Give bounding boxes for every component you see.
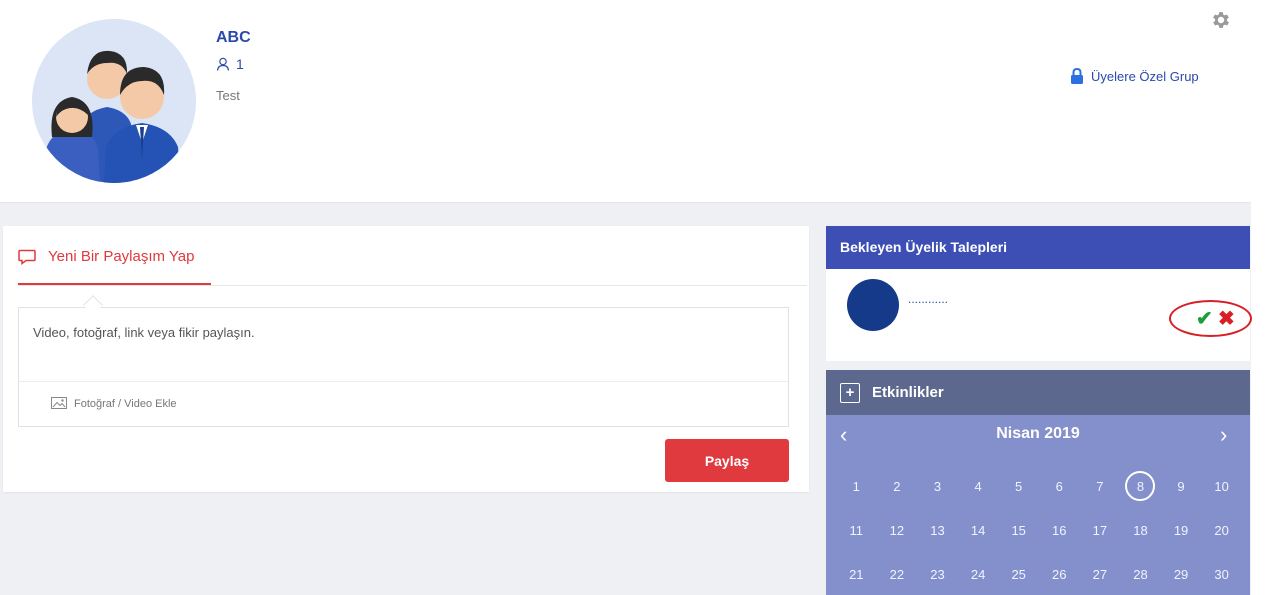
calendar-day[interactable]: 7 xyxy=(1080,464,1121,508)
calendar-day-number: 29 xyxy=(1173,566,1189,582)
calendar-day-number: 5 xyxy=(1015,478,1023,494)
calendar-day[interactable]: 9 xyxy=(1161,464,1202,508)
calendar-day-number: 10 xyxy=(1214,478,1229,494)
calendar-day[interactable]: 3 xyxy=(917,464,958,508)
calendar-day-number: 3 xyxy=(933,478,942,494)
calendar-day[interactable]: 23 xyxy=(917,552,958,595)
image-icon xyxy=(51,397,67,409)
calendar-day[interactable]: 21 xyxy=(836,552,877,595)
group-description: Test xyxy=(216,88,240,103)
calendar-day-number: 28 xyxy=(1133,566,1148,582)
calendar-day[interactable]: 25 xyxy=(998,552,1039,595)
tab-divider xyxy=(18,285,807,286)
calendar-day-number: 11 xyxy=(849,522,864,538)
calendar-day[interactable]: 24 xyxy=(958,552,999,595)
gear-icon[interactable] xyxy=(1210,9,1232,31)
calendar-day[interactable]: 13 xyxy=(917,508,958,552)
calendar-day[interactable]: 16 xyxy=(1039,508,1080,552)
composer-divider xyxy=(19,381,788,382)
calendar-day-number: 4 xyxy=(974,478,982,494)
chevron-right-icon[interactable]: › xyxy=(1220,424,1227,446)
calendar-day[interactable]: 10 xyxy=(1201,464,1242,508)
member-count-value: 1 xyxy=(236,56,244,72)
calendar-day-number: 25 xyxy=(1011,566,1026,582)
calendar-day-number: 1 xyxy=(852,478,860,494)
calendar-day-number: 18 xyxy=(1133,522,1148,538)
calendar-day-number: 6 xyxy=(1055,478,1063,494)
privacy-label: Üyelere Özel Grup xyxy=(1070,68,1199,84)
calendar-day[interactable]: 20 xyxy=(1201,508,1242,552)
calendar-day-number: 24 xyxy=(970,566,986,582)
calendar-day-number: 15 xyxy=(1011,522,1026,538)
group-avatar xyxy=(32,19,196,183)
calendar-day[interactable]: 6 xyxy=(1039,464,1080,508)
calendar-day-number: 17 xyxy=(1092,522,1108,538)
tab-new-post[interactable]: Yeni Bir Paylaşım Yap xyxy=(18,248,194,265)
tab-new-post-label: Yeni Bir Paylaşım Yap xyxy=(48,248,195,265)
calendar-day-number: 30 xyxy=(1214,566,1229,582)
calendar-day[interactable]: 2 xyxy=(877,464,918,508)
calendar-day-number: 9 xyxy=(1177,478,1185,494)
calendar-day[interactable]: 14 xyxy=(958,508,999,552)
member-count[interactable]: 1 xyxy=(216,56,244,72)
calendar-day-number: 14 xyxy=(970,522,986,538)
calendar-day[interactable]: 18 xyxy=(1120,508,1161,552)
calendar-day-number: 22 xyxy=(889,566,905,582)
calendar-day[interactable]: 30 xyxy=(1201,552,1242,595)
requester-avatar[interactable] xyxy=(847,279,899,331)
calendar-day[interactable]: 22 xyxy=(877,552,918,595)
calendar-day[interactable]: 11 xyxy=(836,508,877,552)
events-header: + Etkinlikler xyxy=(826,370,1250,415)
requester-name[interactable]: ............ xyxy=(908,292,948,306)
pending-requests-title: Bekleyen Üyelik Talepleri xyxy=(826,226,1250,269)
calendar-days: 1 2 3 4 5 6 7 8 9 10 11 12 13 14 15 16 17 18 19 20 21 22 23 24 2… xyxy=(836,464,1248,595)
calendar-day[interactable]: 5 xyxy=(998,464,1039,508)
calendar-day-number: 21 xyxy=(849,566,864,582)
calendar-day-number: 26 xyxy=(1052,566,1067,582)
calendar-day[interactable]: 28 xyxy=(1120,552,1161,595)
calendar-day-number: 20 xyxy=(1214,522,1229,538)
calendar-day[interactable]: 26 xyxy=(1039,552,1080,595)
group-name[interactable]: ABC xyxy=(216,29,251,47)
calendar-day-number: 2 xyxy=(893,478,901,494)
check-icon[interactable]: ✔ xyxy=(1196,306,1213,331)
add-media-button[interactable]: Fotoğraf / Video Ekle xyxy=(51,397,177,411)
user-icon xyxy=(216,57,230,71)
comment-icon xyxy=(18,249,36,265)
calendar-day-number: 23 xyxy=(930,566,945,582)
calendar-day-number: 12 xyxy=(889,522,905,538)
group-people-image xyxy=(32,19,196,183)
add-media-label: Fotoğraf / Video Ekle xyxy=(74,398,177,410)
calendar-day[interactable]: 29 xyxy=(1161,552,1202,595)
events-title: Etkinlikler xyxy=(872,384,944,401)
share-button[interactable]: Paylaş xyxy=(665,439,789,482)
calendar-day-number: 19 xyxy=(1173,522,1189,538)
calendar-day[interactable]: 12 xyxy=(877,508,918,552)
privacy-text: Üyelere Özel Grup xyxy=(1091,68,1199,84)
plus-icon[interactable]: + xyxy=(840,382,860,403)
calendar-day-number: 27 xyxy=(1092,566,1108,582)
page-edge xyxy=(1251,0,1265,595)
lock-icon xyxy=(1071,68,1083,84)
calendar-day-number: 16 xyxy=(1052,522,1067,538)
calendar-day[interactable]: 1 xyxy=(836,464,877,508)
calendar-day[interactable]: 27 xyxy=(1080,552,1121,595)
calendar-day[interactable]: 4 xyxy=(958,464,999,508)
calendar-day-number: 7 xyxy=(1096,478,1104,494)
close-icon[interactable]: ✖ xyxy=(1218,306,1235,331)
post-input[interactable]: Video, fotoğraf, link veya fikir paylaşı… xyxy=(33,325,255,340)
calendar-day[interactable]: 8 xyxy=(1120,464,1161,508)
calendar-day[interactable]: 15 xyxy=(998,508,1039,552)
calendar-day-number: 13 xyxy=(930,522,945,538)
calendar-day[interactable]: 19 xyxy=(1161,508,1202,552)
calendar-day-number: 8 xyxy=(1125,471,1156,501)
calendar-day[interactable]: 17 xyxy=(1080,508,1121,552)
calendar-month: Nisan 2019 xyxy=(996,425,1080,442)
